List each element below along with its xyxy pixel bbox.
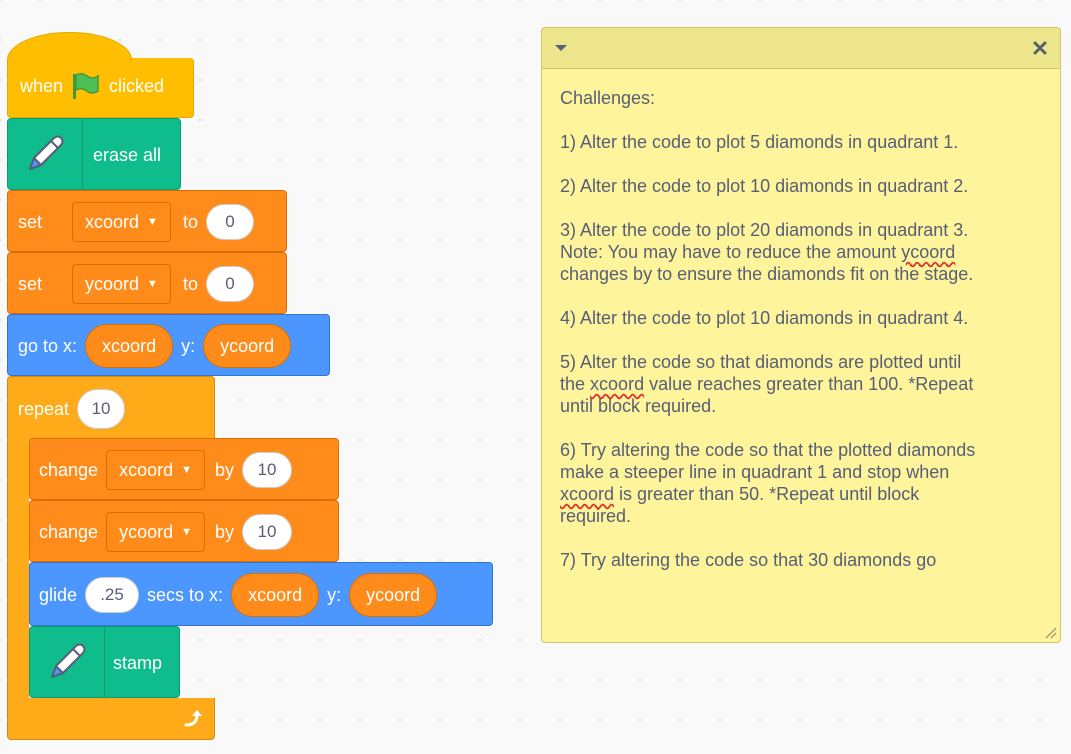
secs-to-x-label: secs to x: bbox=[147, 584, 224, 605]
dropdown-value: ycoord bbox=[119, 521, 174, 542]
pen-icon bbox=[30, 627, 105, 697]
when-flag-clicked-block[interactable]: when clicked bbox=[7, 58, 194, 118]
repeat-arm bbox=[7, 438, 29, 700]
when-label: when bbox=[20, 75, 64, 96]
change-xcoord-block[interactable]: change xcoord ▼ by 10 bbox=[29, 438, 339, 500]
change-label: change bbox=[39, 459, 99, 480]
note-header[interactable] bbox=[542, 28, 1060, 69]
variable-dropdown-ycoord[interactable]: ycoord ▼ bbox=[106, 512, 205, 552]
set-label: set bbox=[18, 211, 43, 232]
by-label: by bbox=[214, 459, 234, 480]
y-label: y: bbox=[327, 584, 342, 605]
by-label: by bbox=[214, 521, 234, 542]
challenge-1: 1) Alter the code to plot 5 diamonds in … bbox=[560, 132, 959, 152]
change-value-input[interactable]: 10 bbox=[242, 452, 292, 488]
challenge-3: 3) Alter the code to plot 20 diamonds in… bbox=[560, 220, 974, 284]
set-value-input[interactable]: 0 bbox=[205, 266, 254, 302]
glide-secs-input[interactable]: .25 bbox=[85, 577, 140, 613]
variable-dropdown-xcoord[interactable]: xcoord ▼ bbox=[72, 202, 171, 242]
note-title: Challenges: bbox=[560, 88, 656, 108]
repeat-bottom bbox=[7, 698, 215, 740]
erase-all-block[interactable]: erase all bbox=[7, 118, 181, 190]
ycoord-reporter[interactable]: ycoord bbox=[349, 573, 438, 617]
glide-label: glide bbox=[39, 584, 78, 605]
to-label: to bbox=[182, 273, 198, 294]
challenge-4: 4) Alter the code to plot 10 diamonds in… bbox=[560, 308, 969, 328]
challenge-2: 2) Alter the code to plot 10 diamonds in… bbox=[560, 176, 969, 196]
chevron-down-icon: ▼ bbox=[181, 526, 192, 538]
pen-icon bbox=[8, 119, 83, 189]
hat-cap bbox=[7, 32, 132, 62]
clicked-label: clicked bbox=[109, 75, 165, 96]
dropdown-value: xcoord bbox=[119, 459, 174, 480]
glide-block[interactable]: glide .25 secs to x: xcoord y: ycoord bbox=[29, 562, 493, 626]
stamp-block[interactable]: stamp bbox=[29, 626, 180, 698]
erase-all-label: erase all bbox=[93, 145, 162, 165]
chevron-down-icon[interactable] bbox=[554, 43, 568, 53]
set-ycoord-block[interactable]: set ycoord ▼ to 0 bbox=[7, 252, 287, 314]
repeat-block[interactable]: repeat 10 bbox=[7, 376, 215, 440]
comment-note[interactable]: Challenges: 1) Alter the code to plot 5 … bbox=[541, 27, 1061, 643]
ycoord-reporter[interactable]: ycoord bbox=[203, 324, 292, 368]
challenge-6: 6) Try altering the code so that the plo… bbox=[560, 440, 976, 526]
repeat-label: repeat bbox=[18, 398, 70, 419]
resize-handle-icon[interactable] bbox=[1043, 625, 1057, 639]
challenge-7: 7) Try altering the code so that 30 diam… bbox=[560, 550, 937, 570]
set-label: set bbox=[18, 273, 43, 294]
set-xcoord-block[interactable]: set xcoord ▼ to 0 bbox=[7, 190, 287, 252]
variable-dropdown-xcoord[interactable]: xcoord ▼ bbox=[106, 450, 205, 490]
set-value-input[interactable]: 0 bbox=[205, 204, 254, 240]
go-to-x-label: go to x: bbox=[18, 335, 78, 356]
to-label: to bbox=[182, 211, 198, 232]
change-value-input[interactable]: 10 bbox=[242, 514, 292, 550]
note-text-area[interactable]: Challenges: 1) Alter the code to plot 5 … bbox=[542, 69, 1060, 571]
dropdown-value: xcoord bbox=[85, 211, 140, 232]
y-label: y: bbox=[181, 335, 196, 356]
loop-arrow-icon bbox=[182, 707, 204, 734]
xcoord-reporter[interactable]: xcoord bbox=[231, 573, 320, 617]
chevron-down-icon: ▼ bbox=[147, 216, 158, 228]
challenge-5: 5) Alter the code so that diamonds are p… bbox=[560, 352, 974, 416]
change-ycoord-block[interactable]: change ycoord ▼ by 10 bbox=[29, 500, 339, 562]
chevron-down-icon: ▼ bbox=[181, 464, 192, 476]
chevron-down-icon: ▼ bbox=[147, 278, 158, 290]
variable-dropdown-ycoord[interactable]: ycoord ▼ bbox=[72, 264, 171, 304]
go-to-xy-block[interactable]: go to x: xcoord y: ycoord bbox=[7, 314, 330, 376]
close-icon[interactable] bbox=[1032, 40, 1048, 56]
stamp-label: stamp bbox=[113, 653, 163, 673]
dropdown-value: ycoord bbox=[85, 273, 140, 294]
repeat-count-input[interactable]: 10 bbox=[77, 389, 126, 429]
green-flag-icon bbox=[71, 72, 101, 100]
change-label: change bbox=[39, 521, 99, 542]
xcoord-reporter[interactable]: xcoord bbox=[85, 324, 174, 368]
